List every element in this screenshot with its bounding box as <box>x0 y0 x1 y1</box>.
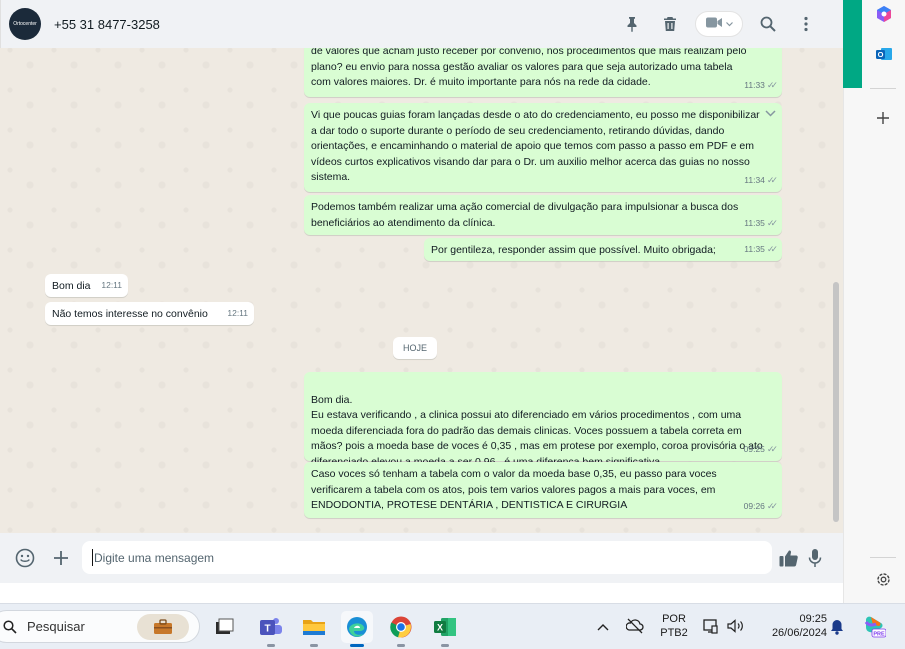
search-placeholder: Pesquisar <box>27 619 85 634</box>
message-text: Vi que poucas guias foram lançadas desde… <box>311 109 760 184</box>
message-text: de valores que acham justo receber por c… <box>311 45 747 89</box>
avatar[interactable]: Ortocenter <box>9 8 41 40</box>
message-outgoing[interactable]: Podemos também realizar uma ação comerci… <box>304 195 782 235</box>
language-code: POR <box>662 613 686 625</box>
browser-sidebar <box>843 0 905 603</box>
read-receipt-icon: ✓✓ <box>766 218 778 229</box>
active-indicator <box>350 644 364 647</box>
tray-overflow-chevron-icon[interactable] <box>597 622 609 634</box>
sidebar-divider <box>870 88 896 89</box>
contact-name[interactable]: +55 31 8477-3258 <box>54 17 160 32</box>
chrome-icon[interactable] <box>385 611 417 647</box>
search-icon <box>3 619 17 634</box>
read-receipt-icon: ✓✓ <box>766 80 778 91</box>
message-incoming[interactable]: Não temos interesse no convênio 12:11 <box>45 302 254 325</box>
search-icon[interactable] <box>749 8 787 40</box>
read-receipt-icon: ✓✓ <box>766 175 778 186</box>
clock[interactable]: 09:25 26/06/2024 <box>755 612 827 640</box>
clock-date: 26/06/2024 <box>771 627 827 639</box>
text-caret <box>92 549 93 566</box>
briefcase-icon <box>137 614 189 640</box>
attach-plus-icon[interactable] <box>43 540 79 576</box>
message-list[interactable]: de valores que acham justo receber por c… <box>0 40 843 533</box>
chat-scrollbar[interactable] <box>833 282 839 522</box>
message-text: Não temos interesse no convênio <box>52 308 208 320</box>
video-call-button[interactable] <box>695 11 743 37</box>
emoji-icon[interactable] <box>7 540 43 576</box>
message-time: 12:11 <box>227 308 248 319</box>
message-time: 11:35 ✓✓ <box>744 216 778 232</box>
message-outgoing[interactable]: de valores que acham justo receber por c… <box>304 40 782 97</box>
running-indicator <box>310 644 318 647</box>
composer <box>0 533 843 583</box>
message-outgoing[interactable]: Por gentileza, responder assim que possí… <box>424 238 782 261</box>
add-sidebar-app-icon[interactable] <box>876 111 890 128</box>
running-indicator <box>441 644 449 647</box>
notification-bell-icon[interactable] <box>830 619 844 638</box>
message-time: 09:25 ✓✓ <box>744 442 778 458</box>
network-offline-icon[interactable] <box>625 618 644 637</box>
sidebar-divider <box>870 557 896 558</box>
input-language[interactable]: POR PTB2 <box>656 612 692 640</box>
message-outgoing[interactable]: Caso voces só tenham a tabela com o valo… <box>304 462 782 518</box>
chat-header: Ortocenter +55 31 8477-3258 <box>0 0 843 48</box>
taskbar: Pesquisar T X POR PTB2 09:25 26/06/2024 … <box>0 603 905 649</box>
running-indicator <box>267 644 275 647</box>
message-time: 11:34 ✓✓ <box>744 173 778 189</box>
chevron-down-icon <box>725 18 733 30</box>
microphone-icon[interactable] <box>797 540 833 576</box>
more-options-icon[interactable] <box>787 8 825 40</box>
message-time: 09:26 ✓✓ <box>744 499 778 515</box>
volume-icon[interactable] <box>727 619 745 636</box>
svg-text:O: O <box>878 50 884 59</box>
taskbar-search[interactable]: Pesquisar <box>0 610 200 643</box>
trash-icon[interactable] <box>651 8 689 40</box>
outlook-icon[interactable]: O <box>875 45 893 66</box>
header-actions <box>613 8 825 40</box>
read-receipt-icon: ✓✓ <box>766 501 778 512</box>
running-indicator <box>397 644 405 647</box>
svg-text:T: T <box>264 624 270 635</box>
teams-icon[interactable]: T <box>255 611 287 647</box>
message-incoming[interactable]: Bom dia 12:11 <box>45 274 128 297</box>
message-menu-chevron-icon[interactable] <box>765 107 776 123</box>
keyboard-layout: PTB2 <box>660 627 688 639</box>
message-text: Caso voces só tenham a tabela com o valo… <box>311 468 717 512</box>
message-text: Podemos também realizar uma ação comerci… <box>311 201 739 229</box>
app-accent-strip <box>843 0 862 88</box>
message-time: 11:33 ✓✓ <box>744 78 778 94</box>
svg-text:X: X <box>437 623 443 633</box>
chat-window: Ortocenter +55 31 8477-3258 de valores q… <box>0 0 843 583</box>
message-text: Por gentileza, responder assim que possí… <box>431 244 716 256</box>
task-view-icon[interactable] <box>208 611 240 643</box>
message-time: 11:35 ✓✓ <box>744 242 778 258</box>
pin-icon[interactable] <box>613 8 651 40</box>
settings-gear-icon[interactable] <box>875 571 892 591</box>
read-receipt-icon: ✓✓ <box>766 244 778 255</box>
message-time: 12:11 <box>101 280 122 291</box>
message-outgoing[interactable]: Vi que poucas guias foram lançadas desde… <box>304 103 782 192</box>
svg-text:PRE: PRE <box>873 631 885 637</box>
display-icon[interactable] <box>703 618 719 637</box>
excel-icon[interactable]: X <box>429 611 461 647</box>
file-explorer-icon[interactable] <box>298 611 330 647</box>
message-text: Bom dia. Eu estava verificando , a clini… <box>311 393 763 468</box>
message-outgoing[interactable]: Bom dia. Eu estava verificando , a clini… <box>304 372 782 468</box>
copilot-preview-icon[interactable]: PRE <box>862 614 887 641</box>
clock-time: 09:25 <box>799 613 827 625</box>
edge-icon[interactable] <box>341 611 373 647</box>
message-input[interactable] <box>82 541 772 574</box>
read-receipt-icon: ✓✓ <box>766 444 778 455</box>
video-call-icon <box>705 17 722 31</box>
copilot-icon[interactable] <box>875 5 893 26</box>
day-separator: HOJE <box>393 337 437 359</box>
